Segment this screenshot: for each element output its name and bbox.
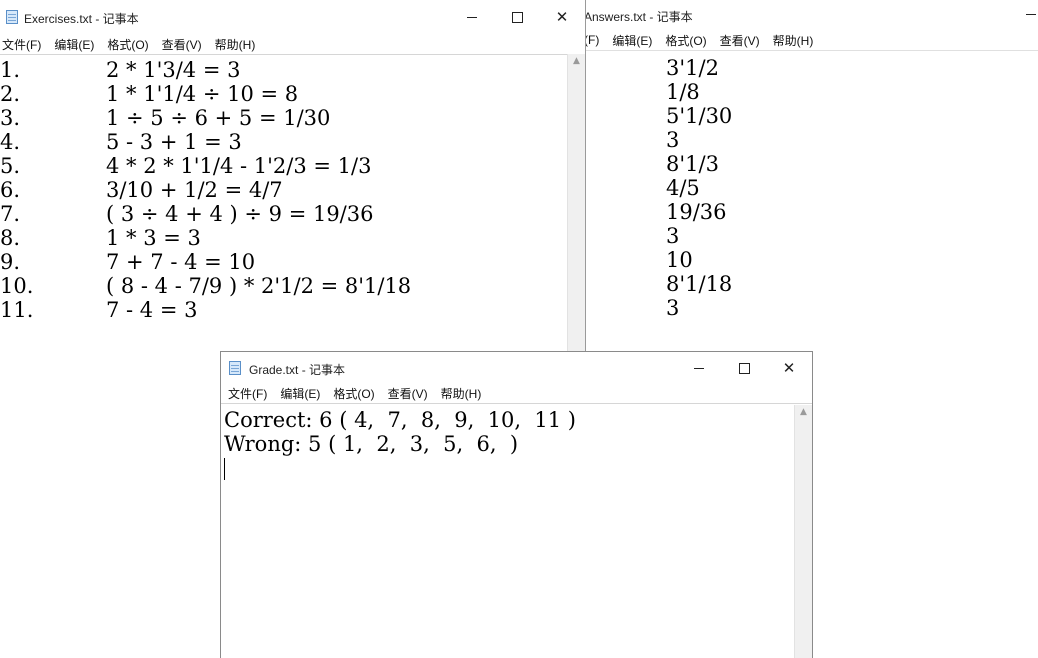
grade-window[interactable]: Grade.txt - 记事本 ✕ 文件(F) 编辑(E) 格式(O) 查看(V… xyxy=(220,351,813,658)
notepad-icon xyxy=(6,10,18,24)
exercise-line: 6. 3/10 + 1/2 = 4/7 xyxy=(0,178,566,202)
grade-menu-edit[interactable]: 编辑(E) xyxy=(280,385,320,402)
exercise-expression: 2 * 1'3/4 = 3 xyxy=(106,58,241,82)
answer-line: 3 xyxy=(666,128,680,152)
grade-scrollbar[interactable]: ▲ xyxy=(794,405,812,658)
exercises-text-area[interactable]: 1. 2 * 1'3/4 = 3 2. 1 * 1'1/4 ÷ 10 = 8 3. 1… xyxy=(0,58,566,322)
grade-menu-file[interactable]: 文件(F) xyxy=(228,385,267,402)
answers-titlebar[interactable]: Answers.txt - 记事本 xyxy=(578,0,1038,30)
exercise-number: 2. xyxy=(0,82,21,106)
maximize-icon[interactable] xyxy=(494,0,540,34)
answer-line: 3 xyxy=(666,224,680,248)
answer-line: 3'1/2 xyxy=(666,56,719,80)
answers-menu-help[interactable]: 帮助(H) xyxy=(773,32,814,49)
answer-line: 3 xyxy=(666,296,680,320)
grade-menu-help[interactable]: 帮助(H) xyxy=(441,385,482,402)
exercise-number: 7. xyxy=(0,202,21,226)
exercise-line: 8. 1 * 3 = 3 xyxy=(0,226,566,250)
exercise-expression: 1 ÷ 5 ÷ 6 + 5 = 1/30 xyxy=(106,106,331,130)
answer-line: 8'1/18 xyxy=(666,272,733,296)
exercises-window[interactable]: Exercises.txt - 记事本 ✕ 文件(F) 编辑(E) 格式(O) … xyxy=(0,0,586,352)
exercise-expression: 1 * 3 = 3 xyxy=(106,226,201,250)
answers-window[interactable]: Answers.txt - 记事本 (F) 编辑(E) 格式(O) 查看(V) … xyxy=(578,0,1038,340)
exercise-number: 5. xyxy=(0,154,21,178)
grade-menu-format[interactable]: 格式(O) xyxy=(333,385,374,402)
answers-menubar: (F) 编辑(E) 格式(O) 查看(V) 帮助(H) xyxy=(578,30,1038,51)
exercises-window-title: Exercises.txt - 记事本 xyxy=(24,12,139,26)
maximize-icon[interactable] xyxy=(721,352,767,384)
answers-menu-format[interactable]: 格式(O) xyxy=(665,32,706,49)
exercise-number: 9. xyxy=(0,250,21,274)
exercises-menu-format[interactable]: 格式(O) xyxy=(107,36,148,53)
answer-line: 5'1/30 xyxy=(666,104,733,128)
exercises-menu-view[interactable]: 查看(V) xyxy=(162,36,202,53)
answer-line: 4/5 xyxy=(666,176,700,200)
exercise-line: 3. 1 ÷ 5 ÷ 6 + 5 = 1/30 xyxy=(0,106,566,130)
exercises-menubar: 文件(F) 编辑(E) 格式(O) 查看(V) 帮助(H) xyxy=(0,34,585,55)
exercise-number: 3. xyxy=(0,106,21,130)
text-caret xyxy=(224,456,794,480)
grade-titlebar[interactable]: Grade.txt - 记事本 ✕ xyxy=(221,352,812,384)
exercise-line: 2. 1 * 1'1/4 ÷ 10 = 8 xyxy=(0,82,566,106)
scroll-up-arrow-icon[interactable]: ▲ xyxy=(795,407,812,417)
exercises-menu-help[interactable]: 帮助(H) xyxy=(215,36,256,53)
grade-menu-view[interactable]: 查看(V) xyxy=(388,385,428,402)
grade-correct-line: Correct: 6 ( 4, 7, 8, 9, 10, 11 ) xyxy=(224,408,576,432)
minimize-icon[interactable] xyxy=(449,0,495,34)
exercise-expression: ( 8 - 4 - 7/9 ) * 2'1/2 = 8'1/18 xyxy=(106,274,412,298)
exercise-line: 4. 5 - 3 + 1 = 3 xyxy=(0,130,566,154)
answers-window-title: Answers.txt - 记事本 xyxy=(584,10,693,24)
exercise-number: 10. xyxy=(0,274,34,298)
exercises-menu-edit[interactable]: 编辑(E) xyxy=(54,36,94,53)
exercise-expression: 7 + 7 - 4 = 10 xyxy=(106,250,256,274)
exercise-number: 6. xyxy=(0,178,21,202)
minimize-icon[interactable] xyxy=(676,352,722,384)
exercise-line: 10. ( 8 - 4 - 7/9 ) * 2'1/2 = 8'1/18 xyxy=(0,274,566,298)
exercise-expression: 7 - 4 = 3 xyxy=(106,298,198,322)
exercise-expression: 3/10 + 1/2 = 4/7 xyxy=(106,178,283,202)
grade-text-area[interactable]: Correct: 6 ( 4, 7, 8, 9, 10, 11 ) Wrong:… xyxy=(224,408,794,480)
close-icon[interactable]: ✕ xyxy=(539,0,585,34)
exercise-expression: 5 - 3 + 1 = 3 xyxy=(106,130,242,154)
grade-window-title: Grade.txt - 记事本 xyxy=(249,363,346,377)
exercise-number: 4. xyxy=(0,130,21,154)
exercises-menu-file[interactable]: 文件(F) xyxy=(2,36,41,53)
exercise-expression: 4 * 2 * 1'1/4 - 1'2/3 = 1/3 xyxy=(106,154,372,178)
exercise-line: 5. 4 * 2 * 1'1/4 - 1'2/3 = 1/3 xyxy=(0,154,566,178)
minimize-icon[interactable] xyxy=(1026,14,1036,15)
answer-line: 1/8 xyxy=(666,80,700,104)
exercise-number: 1. xyxy=(0,58,21,82)
answer-line: 10 xyxy=(666,248,693,272)
answer-line: 19/36 xyxy=(666,200,727,224)
exercise-line: 1. 2 * 1'3/4 = 3 xyxy=(0,58,566,82)
exercise-expression: 1 * 1'1/4 ÷ 10 = 8 xyxy=(106,82,299,106)
grade-wrong-line: Wrong: 5 ( 1, 2, 3, 5, 6, ) xyxy=(224,432,519,456)
answer-line: 8'1/3 xyxy=(666,152,719,176)
exercises-titlebar[interactable]: Exercises.txt - 记事本 ✕ xyxy=(0,0,585,34)
grade-menubar: 文件(F) 编辑(E) 格式(O) 查看(V) 帮助(H) xyxy=(221,383,812,404)
answers-menu-file[interactable]: (F) xyxy=(584,33,599,47)
scroll-up-arrow-icon[interactable]: ▲ xyxy=(568,56,585,66)
exercise-number: 11. xyxy=(0,298,34,322)
answers-menu-view[interactable]: 查看(V) xyxy=(720,32,760,49)
exercise-expression: ( 3 ÷ 4 + 4 ) ÷ 9 = 19/36 xyxy=(106,202,374,226)
notepad-icon xyxy=(229,361,241,375)
close-icon[interactable]: ✕ xyxy=(766,352,812,384)
exercise-line: 11. 7 - 4 = 3 xyxy=(0,298,566,322)
exercise-line: 9. 7 + 7 - 4 = 10 xyxy=(0,250,566,274)
answers-menu-edit[interactable]: 编辑(E) xyxy=(612,32,652,49)
exercises-scrollbar[interactable]: ▲ xyxy=(567,54,585,352)
answers-text-area[interactable]: 3'1/2 1/8 5'1/30 3 8'1/3 4/5 19/36 3 10 … xyxy=(666,56,732,320)
exercise-number: 8. xyxy=(0,226,21,250)
exercise-line: 7. ( 3 ÷ 4 + 4 ) ÷ 9 = 19/36 xyxy=(0,202,566,226)
